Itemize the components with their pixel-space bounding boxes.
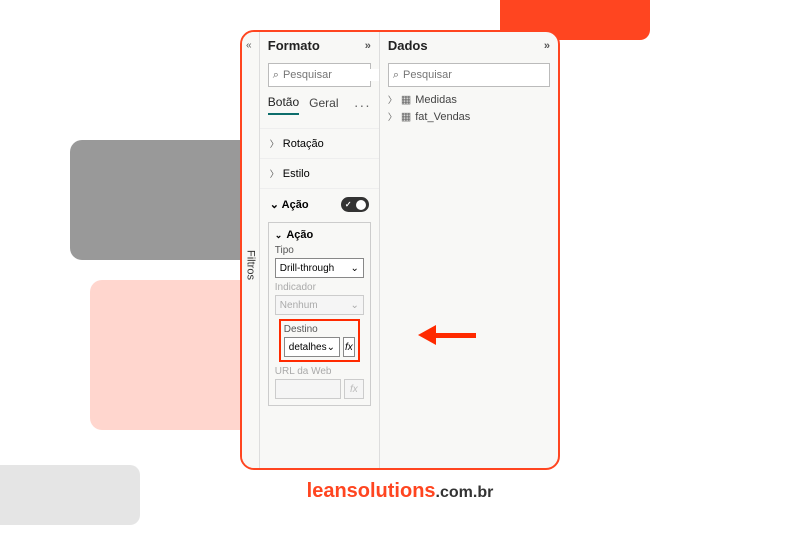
tipo-value: Drill-through — [280, 263, 334, 274]
data-search-input[interactable] — [399, 69, 545, 81]
destino-highlight: Destino detalhes ⌄ fx — [279, 319, 360, 362]
data-item-label: Medidas — [415, 94, 457, 106]
filtros-label: Filtros — [244, 220, 256, 280]
section-acao-header[interactable]: ⌄ Ação — [260, 189, 379, 220]
brand-main: leansolutions — [307, 480, 436, 502]
filtros-tab[interactable]: Filtros — [242, 32, 260, 468]
annotation-arrow — [418, 325, 476, 345]
indicador-label: Indicador — [275, 282, 364, 293]
table-icon: ▦ — [401, 93, 411, 106]
tipo-label: Tipo — [275, 245, 364, 256]
format-header: Formato » — [260, 32, 379, 59]
tab-geral[interactable]: Geral — [309, 96, 338, 114]
format-tabs: Botão Geral ··· — [260, 91, 379, 115]
data-item-fatvendas[interactable]: 〉 ▦ fat_Vendas — [380, 108, 558, 125]
chevron-down-icon: ⌄ — [350, 263, 358, 274]
acao-toggle[interactable] — [341, 197, 369, 212]
chevron-down-icon: ⌄ — [327, 342, 335, 353]
chevron-down-icon: ⌄ — [275, 230, 283, 241]
format-panel: Formato » ⌕ Botão Geral ··· 〉 Rotação 〉 … — [260, 32, 380, 468]
data-title: Dados — [388, 38, 428, 53]
section-estilo[interactable]: 〉 Estilo — [260, 159, 379, 189]
brand-suffix: .com.br — [436, 484, 494, 501]
destino-label: Destino — [284, 324, 355, 335]
chevron-right-icon[interactable]: » — [365, 40, 371, 52]
section-rotacao[interactable]: 〉 Rotação — [260, 129, 379, 159]
chevron-down-icon: ⌄ — [270, 199, 279, 211]
format-title: Formato — [268, 38, 320, 53]
destino-select[interactable]: detalhes ⌄ — [284, 337, 340, 357]
data-item-medidas[interactable]: 〉 ▦ Medidas — [380, 91, 558, 108]
fx-button[interactable]: fx — [343, 337, 355, 357]
fx-button-disabled: fx — [344, 379, 364, 399]
data-panel: Dados » ⌕ 〉 ▦ Medidas 〉 ▦ fat_Vendas — [380, 32, 558, 468]
chevron-down-icon: ⌄ — [350, 300, 358, 311]
section-label: Rotação — [283, 138, 324, 150]
format-search-input[interactable] — [279, 69, 380, 81]
tab-botao[interactable]: Botão — [268, 95, 299, 115]
data-item-label: fat_Vendas — [415, 111, 470, 123]
properties-panel: « Filtros Formato » ⌕ Botão Geral ··· 〉 … — [240, 30, 560, 470]
chevron-right-icon: 〉 — [388, 93, 397, 106]
format-search[interactable]: ⌕ — [268, 63, 371, 87]
brand-footer: leansolutions.com.br — [0, 480, 800, 503]
section-label: Ação — [282, 199, 309, 211]
acao-sub-label: Ação — [286, 229, 313, 241]
destino-value: detalhes — [289, 342, 327, 353]
section-label: Estilo — [283, 168, 310, 180]
tipo-select[interactable]: Drill-through ⌄ — [275, 258, 364, 278]
chevron-right-icon: 〉 — [270, 167, 279, 180]
data-header: Dados » — [380, 32, 558, 59]
acao-sub-header[interactable]: ⌄ Ação — [275, 229, 364, 241]
url-label: URL da Web — [275, 366, 364, 377]
chevron-left-icon[interactable]: « — [246, 40, 252, 51]
table-icon: ▦ — [401, 110, 411, 123]
chevron-right-icon: 〉 — [388, 110, 397, 123]
indicador-select: Nenhum ⌄ — [275, 295, 364, 315]
chevron-right-icon[interactable]: » — [544, 40, 550, 52]
chevron-right-icon: 〉 — [270, 137, 279, 150]
more-button[interactable]: ··· — [354, 97, 371, 113]
acao-subpanel: ⌄ Ação Tipo Drill-through ⌄ Indicador Ne… — [268, 222, 371, 406]
indicador-value: Nenhum — [280, 300, 318, 311]
url-input — [275, 379, 341, 399]
data-search[interactable]: ⌕ — [388, 63, 550, 87]
